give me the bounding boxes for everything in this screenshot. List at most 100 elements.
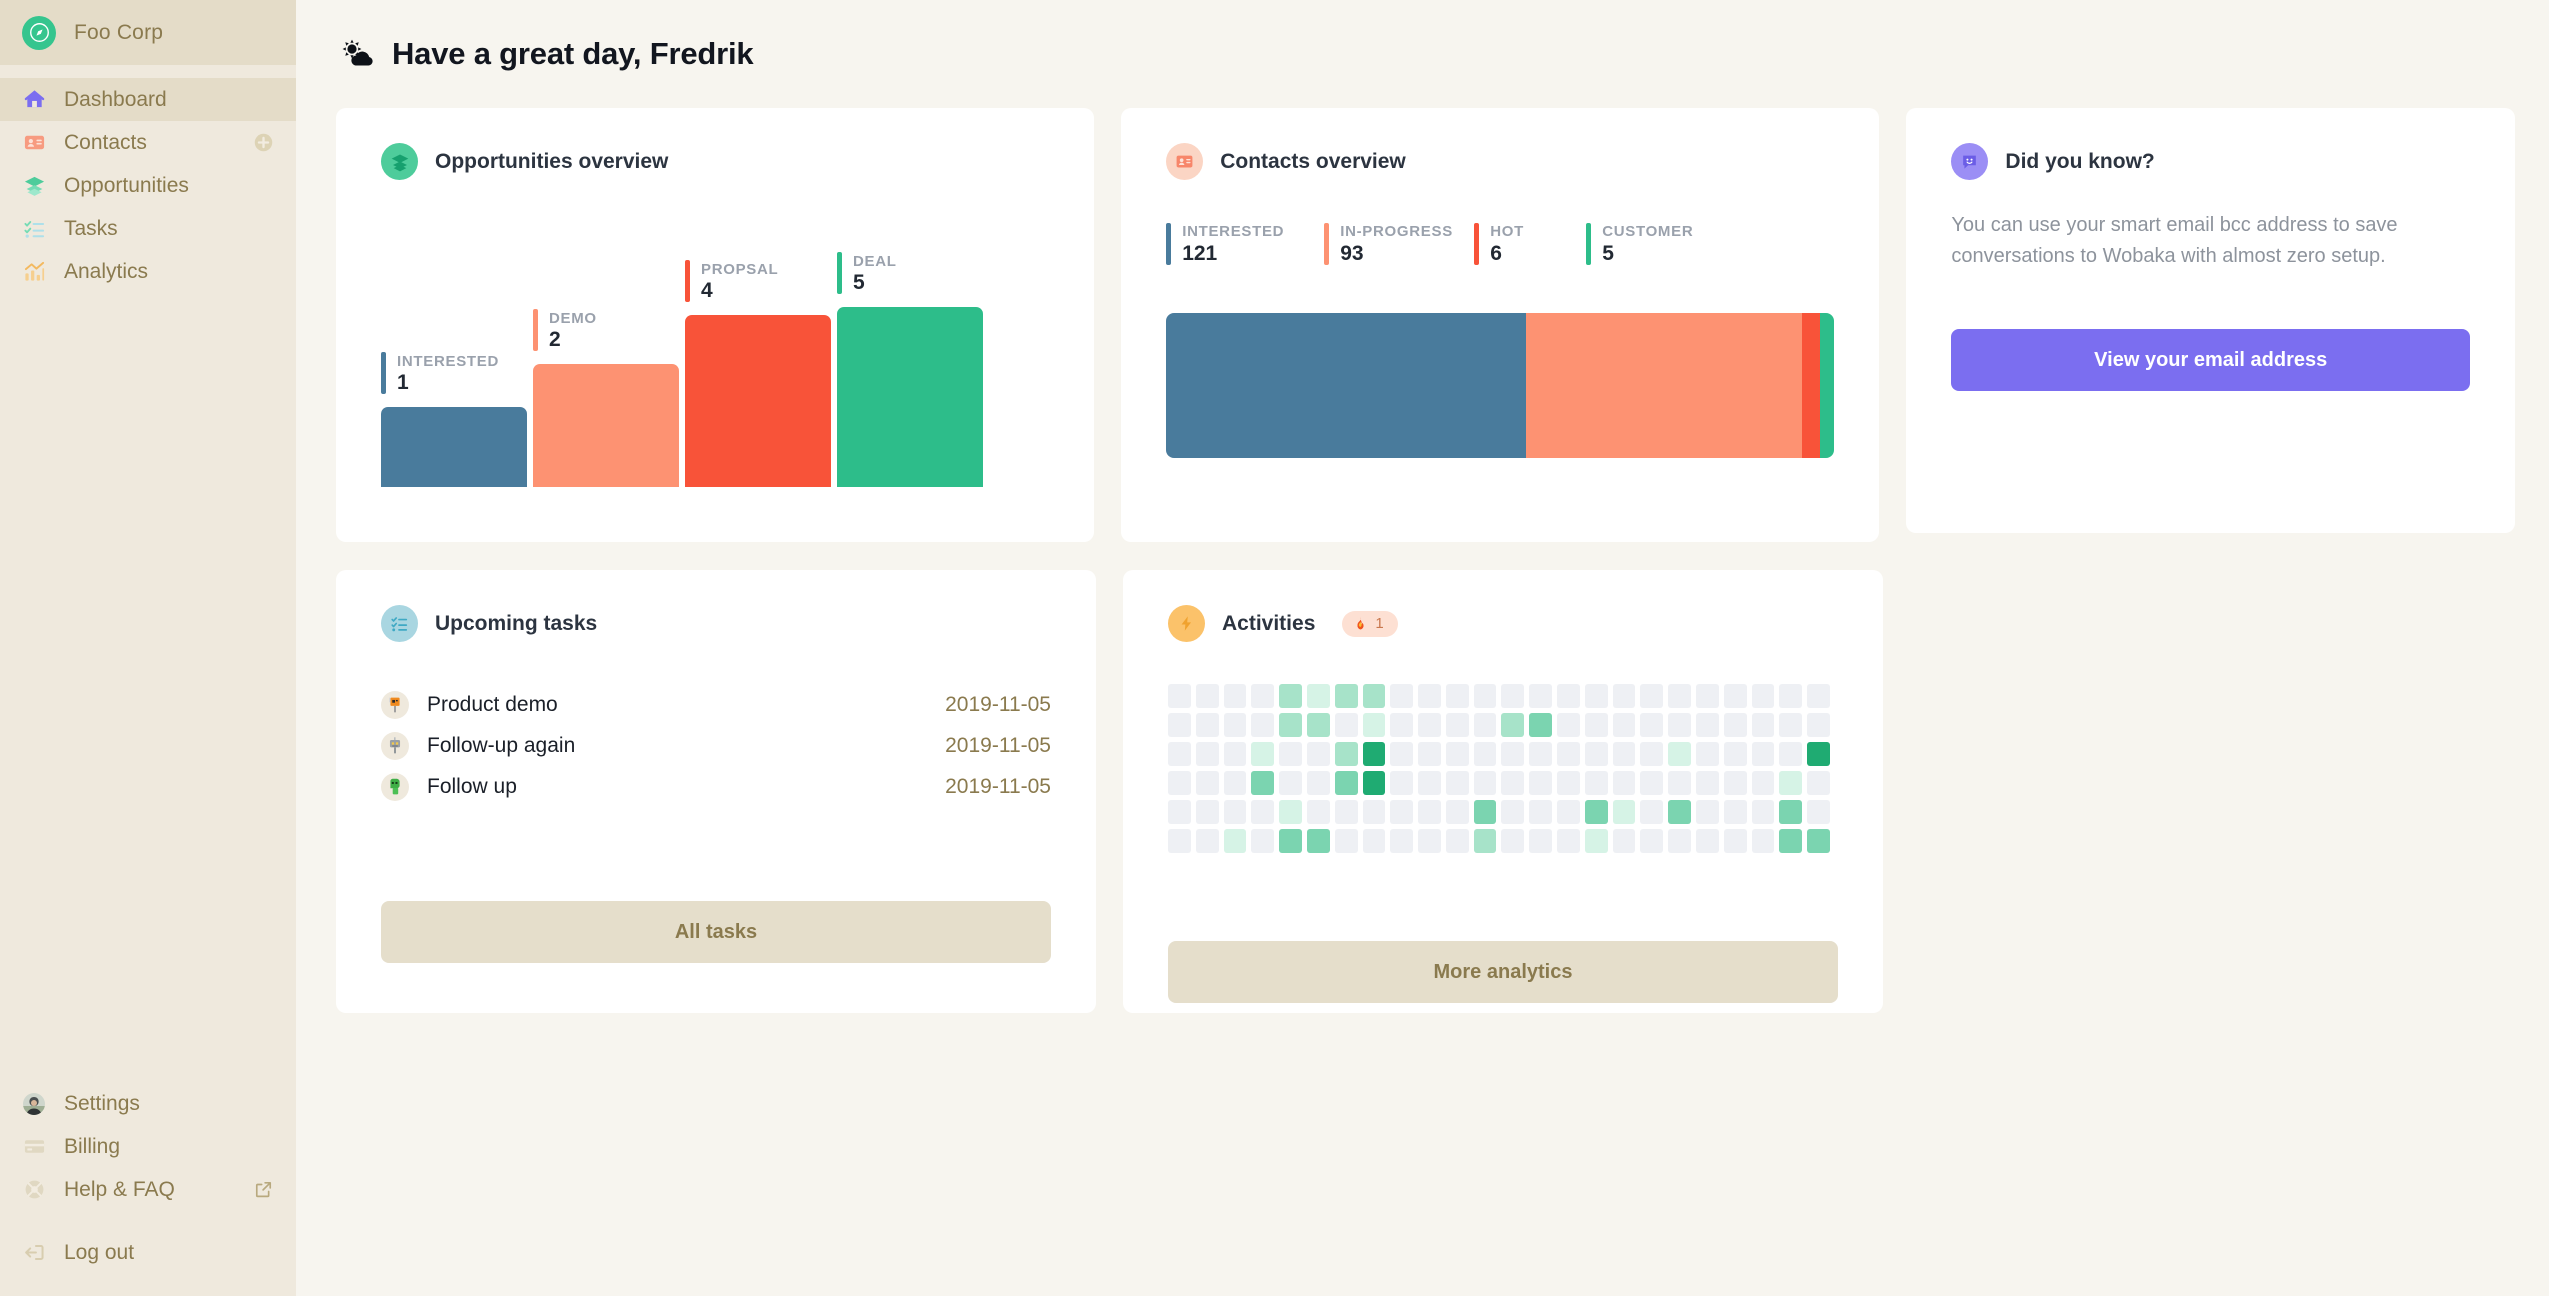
- heatmap-cell[interactable]: [1168, 684, 1191, 708]
- heatmap-cell[interactable]: [1223, 829, 1247, 853]
- heatmap-cell[interactable]: [1418, 742, 1441, 766]
- heatmap-cell[interactable]: [1390, 829, 1414, 853]
- task-row[interactable]: Follow-up again 2019-11-05: [381, 725, 1051, 766]
- heatmap-cell[interactable]: [1306, 713, 1330, 737]
- heatmap-cell[interactable]: [1529, 713, 1553, 737]
- heatmap-cell[interactable]: [1529, 684, 1553, 708]
- heatmap-cell[interactable]: [1362, 829, 1386, 853]
- sidebar-item-opportunities[interactable]: Opportunities: [0, 164, 296, 207]
- heatmap-cell[interactable]: [1251, 771, 1275, 795]
- view-email-address-button[interactable]: View your email address: [1951, 329, 2471, 391]
- heatmap-cell[interactable]: [1445, 684, 1469, 708]
- heatmap-cell[interactable]: [1668, 713, 1692, 737]
- heatmap-cell[interactable]: [1195, 742, 1219, 766]
- heatmap-cell[interactable]: [1306, 800, 1330, 824]
- heatmap-cell[interactable]: [1501, 800, 1525, 824]
- heatmap-cell[interactable]: [1362, 713, 1386, 737]
- heatmap-cell[interactable]: [1668, 684, 1692, 708]
- heatmap-cell[interactable]: [1501, 742, 1525, 766]
- heatmap-cell[interactable]: [1723, 771, 1747, 795]
- task-row[interactable]: Follow up 2019-11-05: [381, 766, 1051, 807]
- heatmap-cell[interactable]: [1362, 742, 1386, 766]
- heatmap-cell[interactable]: [1223, 742, 1247, 766]
- heatmap-cell[interactable]: [1640, 771, 1664, 795]
- heatmap-cell[interactable]: [1557, 771, 1580, 795]
- heatmap-cell[interactable]: [1557, 684, 1580, 708]
- heatmap-cell[interactable]: [1168, 742, 1191, 766]
- heatmap-cell[interactable]: [1779, 713, 1803, 737]
- heatmap-cell[interactable]: [1418, 771, 1441, 795]
- heatmap-cell[interactable]: [1529, 829, 1553, 853]
- heatmap-cell[interactable]: [1279, 742, 1302, 766]
- heatmap-cell[interactable]: [1306, 742, 1330, 766]
- heatmap-cell[interactable]: [1668, 829, 1692, 853]
- heatmap-cell[interactable]: [1779, 771, 1803, 795]
- sidebar-item-analytics[interactable]: Analytics: [0, 250, 296, 293]
- heatmap-cell[interactable]: [1640, 713, 1664, 737]
- heatmap-cell[interactable]: [1334, 800, 1358, 824]
- heatmap-cell[interactable]: [1418, 800, 1441, 824]
- heatmap-cell[interactable]: [1306, 684, 1330, 708]
- heatmap-cell[interactable]: [1751, 742, 1775, 766]
- opportunity-bar[interactable]: [381, 407, 527, 487]
- heatmap-cell[interactable]: [1668, 800, 1692, 824]
- heatmap-cell[interactable]: [1584, 771, 1608, 795]
- heatmap-cell[interactable]: [1557, 742, 1580, 766]
- heatmap-cell[interactable]: [1473, 742, 1497, 766]
- heatmap-cell[interactable]: [1251, 684, 1275, 708]
- heatmap-cell[interactable]: [1723, 684, 1747, 708]
- heatmap-cell[interactable]: [1251, 829, 1275, 853]
- heatmap-cell[interactable]: [1251, 800, 1275, 824]
- heatmap-cell[interactable]: [1779, 684, 1803, 708]
- heatmap-cell[interactable]: [1529, 771, 1553, 795]
- heatmap-cell[interactable]: [1612, 829, 1636, 853]
- opportunity-bar[interactable]: [533, 364, 679, 487]
- heatmap-cell[interactable]: [1640, 742, 1664, 766]
- contacts-bar-segment[interactable]: [1166, 313, 1526, 458]
- heatmap-cell[interactable]: [1390, 771, 1414, 795]
- heatmap-cell[interactable]: [1279, 771, 1302, 795]
- heatmap-cell[interactable]: [1390, 800, 1414, 824]
- heatmap-cell[interactable]: [1751, 800, 1775, 824]
- opportunity-bar[interactable]: [837, 307, 983, 487]
- heatmap-cell[interactable]: [1334, 771, 1358, 795]
- heatmap-cell[interactable]: [1168, 800, 1191, 824]
- heatmap-cell[interactable]: [1195, 800, 1219, 824]
- heatmap-cell[interactable]: [1473, 829, 1497, 853]
- heatmap-cell[interactable]: [1445, 800, 1469, 824]
- heatmap-cell[interactable]: [1807, 829, 1830, 853]
- sidebar-item-help[interactable]: Help & FAQ: [0, 1168, 296, 1211]
- plus-circle-icon[interactable]: [252, 132, 274, 154]
- heatmap-cell[interactable]: [1751, 771, 1775, 795]
- heatmap-cell[interactable]: [1529, 800, 1553, 824]
- sidebar-item-contacts[interactable]: Contacts: [0, 121, 296, 164]
- heatmap-cell[interactable]: [1445, 713, 1469, 737]
- sidebar-item-settings[interactable]: Settings: [0, 1082, 296, 1125]
- heatmap-cell[interactable]: [1557, 713, 1580, 737]
- heatmap-cell[interactable]: [1223, 771, 1247, 795]
- heatmap-cell[interactable]: [1223, 800, 1247, 824]
- heatmap-cell[interactable]: [1696, 713, 1719, 737]
- heatmap-cell[interactable]: [1445, 771, 1469, 795]
- external-link-icon[interactable]: [252, 1179, 274, 1201]
- heatmap-cell[interactable]: [1473, 713, 1497, 737]
- heatmap-cell[interactable]: [1445, 742, 1469, 766]
- heatmap-cell[interactable]: [1751, 713, 1775, 737]
- heatmap-cell[interactable]: [1723, 800, 1747, 824]
- all-tasks-button[interactable]: All tasks: [381, 901, 1051, 963]
- heatmap-cell[interactable]: [1279, 829, 1302, 853]
- heatmap-cell[interactable]: [1723, 713, 1747, 737]
- heatmap-cell[interactable]: [1696, 684, 1719, 708]
- heatmap-cell[interactable]: [1807, 713, 1830, 737]
- heatmap-cell[interactable]: [1584, 684, 1608, 708]
- heatmap-cell[interactable]: [1779, 800, 1803, 824]
- heatmap-cell[interactable]: [1501, 684, 1525, 708]
- heatmap-cell[interactable]: [1640, 829, 1664, 853]
- heatmap-cell[interactable]: [1807, 800, 1830, 824]
- heatmap-cell[interactable]: [1223, 684, 1247, 708]
- heatmap-cell[interactable]: [1418, 713, 1441, 737]
- heatmap-cell[interactable]: [1279, 684, 1302, 708]
- heatmap-cell[interactable]: [1195, 684, 1219, 708]
- opportunity-bar[interactable]: [685, 315, 831, 487]
- heatmap-cell[interactable]: [1168, 771, 1191, 795]
